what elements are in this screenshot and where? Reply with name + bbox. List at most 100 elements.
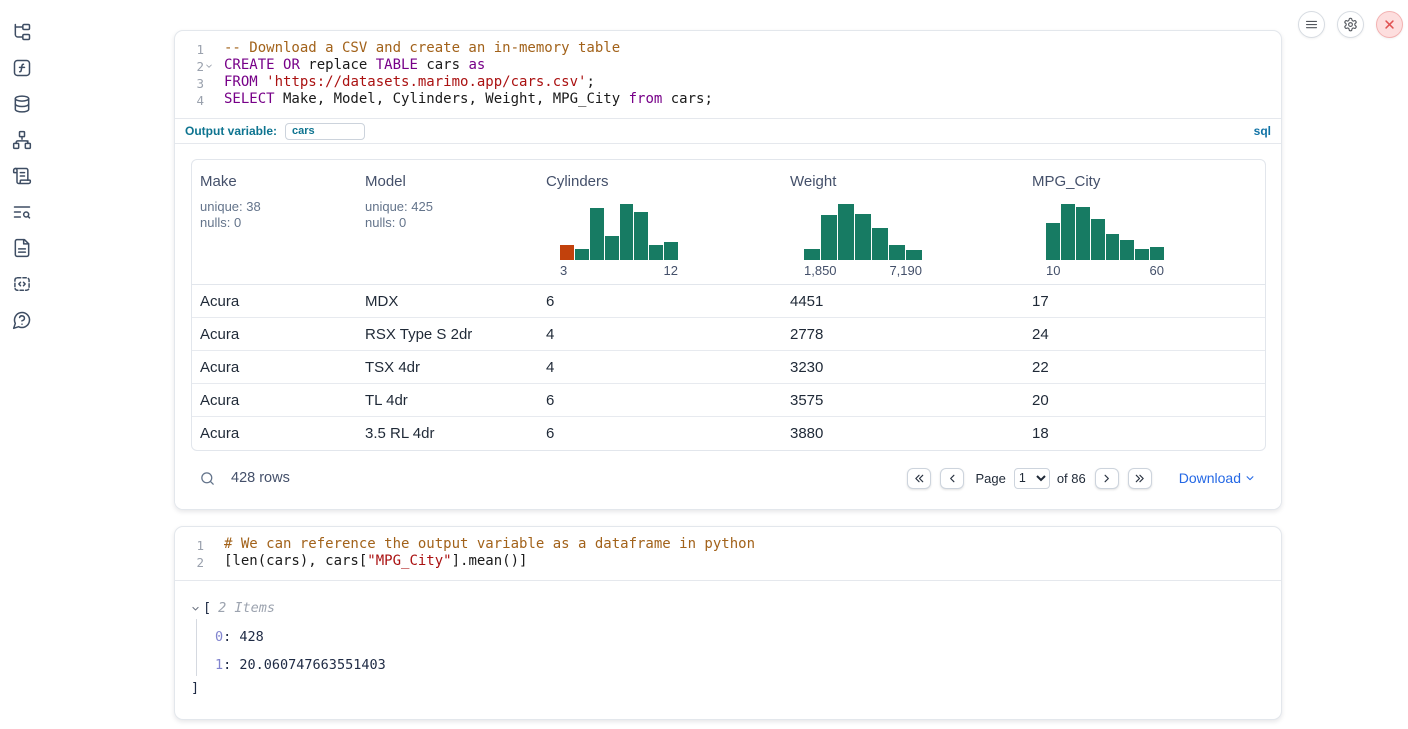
table-cell: Acura	[192, 359, 357, 376]
code-text: -- Download a CSV and create an in-memor…	[214, 40, 620, 57]
table-cell: 3575	[782, 392, 1024, 409]
table-cell: Acura	[192, 392, 357, 409]
scroll-text-icon	[12, 166, 32, 186]
collapse-chevron-icon[interactable]	[191, 604, 200, 613]
data-table: Makeunique: 38nulls: 0 Model unique: 425nu…	[191, 159, 1266, 451]
shutdown-button[interactable]	[1376, 11, 1403, 38]
table-cell: 3880	[782, 425, 1024, 442]
null-count: nulls: 0	[200, 215, 357, 231]
code-text: SELECT Make, Model, Cylinders, Weight, M…	[214, 91, 713, 108]
line-number: 2	[175, 553, 204, 570]
histogram-bar	[590, 208, 604, 260]
histogram-bar	[855, 214, 871, 260]
text-search-icon	[12, 202, 32, 222]
code-text: CREATE OR replace TABLE cars as	[214, 57, 485, 74]
gear-icon	[1343, 17, 1358, 32]
histogram-axis-labels: 3 12	[560, 263, 678, 284]
code-text: # We can reference the output variable a…	[214, 536, 755, 553]
sidebar-item-datasources[interactable]	[12, 94, 32, 114]
column-name[interactable]: MPG_City	[1032, 173, 1265, 190]
sidebar-item-file-tree[interactable]	[12, 22, 32, 42]
close-icon	[1382, 17, 1397, 32]
table-cell: 22	[1024, 359, 1265, 376]
page-label: Page	[975, 471, 1005, 486]
histogram-bar	[821, 215, 837, 260]
histogram-bar	[634, 212, 648, 260]
line-number: 4	[175, 91, 204, 108]
code-text: [len(cars), cars["MPG_City"].mean()]	[214, 553, 527, 570]
sql-meta-row: Output variable: sql	[175, 118, 1281, 143]
histogram-bar	[804, 249, 820, 260]
table-cell: 20	[1024, 392, 1265, 409]
fold-gutter	[204, 536, 214, 553]
sidebar-item-dependencies[interactable]	[12, 130, 32, 150]
column-stats: unique: 425nulls: 0	[365, 199, 538, 231]
table-cell: TL 4dr	[357, 392, 538, 409]
sidebar-item-help[interactable]	[12, 310, 32, 330]
sidebar-item-snippets[interactable]	[12, 274, 32, 294]
table-cell: RSX Type S 2dr	[357, 326, 538, 343]
item-index: 0	[215, 629, 223, 645]
sql-code-editor[interactable]: 1-- Download a CSV and create an in-memo…	[175, 31, 1281, 118]
python-code-editor[interactable]: 1# We can reference the output variable …	[175, 527, 1281, 580]
sidebar-item-outline[interactable]	[12, 202, 32, 222]
output-variable-input[interactable]	[285, 123, 365, 140]
pagination: Page 1 of 86 Download	[907, 468, 1264, 489]
column-name[interactable]: Cylinders	[546, 173, 782, 190]
prev-page-button[interactable]	[940, 468, 964, 489]
sidebar-item-function[interactable]	[12, 58, 32, 78]
code-text: FROM 'https://datasets.marimo.app/cars.c…	[214, 74, 595, 91]
table-cell: Acura	[192, 326, 357, 343]
fold-gutter	[204, 40, 214, 57]
table-cell: 6	[538, 293, 782, 310]
database-icon	[12, 94, 32, 114]
fold-gutter	[204, 553, 214, 570]
column-name[interactable]: Make	[200, 173, 357, 190]
row-count: 428 rows	[231, 470, 290, 486]
sql-output-region: Makeunique: 38nulls: 0 Model unique: 425nu…	[175, 143, 1281, 509]
file-text-icon	[12, 238, 32, 258]
table-row: AcuraMDX6445117	[192, 285, 1265, 318]
histogram-bar	[889, 245, 905, 260]
search-icon[interactable]	[199, 470, 216, 487]
histogram-bar	[1091, 219, 1105, 260]
sidebar-item-logs[interactable]	[12, 166, 32, 186]
axis-max-label: 12	[664, 263, 678, 278]
settings-button[interactable]	[1337, 11, 1364, 38]
download-button[interactable]: Download	[1179, 470, 1255, 486]
fold-chevron-icon[interactable]	[204, 57, 214, 74]
histogram-bar	[1106, 234, 1120, 260]
dependency-graph-icon	[12, 130, 32, 150]
code-line: 2 [len(cars), cars["MPG_City"].mean()]	[175, 553, 1281, 570]
table-cell: 24	[1024, 326, 1265, 343]
column-name[interactable]: Weight	[790, 173, 1024, 190]
next-page-button[interactable]	[1095, 468, 1119, 489]
column-header-cylinders: Cylinders 3 12	[538, 173, 782, 284]
table-header: Makeunique: 38nulls: 0 Model unique: 425nu…	[192, 160, 1265, 285]
menu-button[interactable]	[1298, 11, 1325, 38]
page-select[interactable]: 1	[1014, 468, 1050, 489]
sql-cell: 1 -- Download a CSV and create an in-memo…	[174, 30, 1282, 510]
column-header-make: Makeunique: 38nulls: 0	[192, 173, 357, 284]
column-name[interactable]: Model	[365, 173, 538, 190]
table-cell: Acura	[192, 425, 357, 442]
table-cell: 17	[1024, 293, 1265, 310]
file-tree-icon	[12, 22, 32, 42]
table-cell: MDX	[357, 293, 538, 310]
histogram-bar	[1061, 204, 1075, 260]
sidebar-item-documentation[interactable]	[12, 238, 32, 258]
histogram-bar	[575, 249, 589, 260]
axis-min-label: 3	[560, 263, 567, 278]
last-page-button[interactable]	[1128, 468, 1152, 489]
table-cell: 4	[538, 359, 782, 376]
table-cell: 4451	[782, 293, 1024, 310]
list-item: 0: 428	[215, 626, 1265, 648]
first-page-button[interactable]	[907, 468, 931, 489]
axis-max-label: 7,190	[889, 263, 922, 278]
table-cell: 4	[538, 326, 782, 343]
axis-min-label: 1,850	[804, 263, 837, 278]
output-variable-label: Output variable:	[185, 124, 277, 138]
histogram-bar	[1046, 223, 1060, 260]
open-bracket: [	[203, 598, 211, 619]
item-value: 20.060747663551403	[239, 657, 385, 673]
